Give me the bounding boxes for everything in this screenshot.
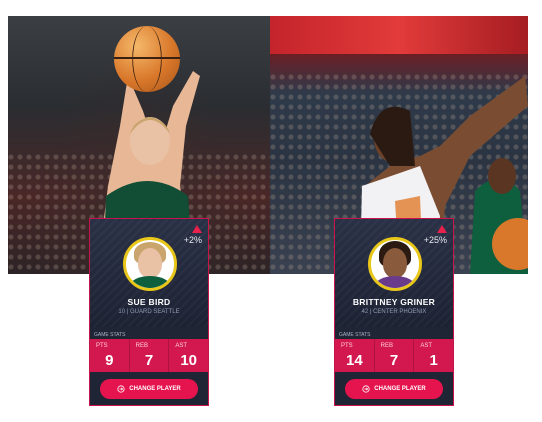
player-subtitle: 42 | CENTER PHOENIX <box>361 309 427 315</box>
swap-circle-icon <box>362 385 370 393</box>
player-card: +2% SUE BIRD 10 | GUARD SEATTLE GAME STA… <box>89 218 209 406</box>
stat-value: 9 <box>105 352 114 369</box>
swap-circle-icon <box>117 385 125 393</box>
trend-up-icon <box>192 225 202 233</box>
stat-label: REB <box>380 343 394 349</box>
stat-label: PTS <box>341 343 353 349</box>
stat-pts: PTS 14 <box>335 339 375 372</box>
stat-ast: AST 1 <box>414 339 453 372</box>
trend-value: +25% <box>423 235 447 245</box>
stats-row: PTS 14 REB 7 AST 1 <box>335 339 453 372</box>
player-name: SUE BIRD <box>127 297 171 307</box>
trend-value: +2% <box>183 235 202 245</box>
avatar <box>368 237 422 291</box>
player-card: +25% BRITTNEY GRINER 42 | CENTER PHOENIX… <box>334 218 454 406</box>
change-player-button[interactable]: CHANGE PLAYER <box>100 379 198 399</box>
stat-value: 1 <box>429 352 438 369</box>
stats-row: PTS 9 REB 7 AST 10 <box>90 339 208 372</box>
player-subtitle: 10 | GUARD SEATTLE <box>118 309 180 315</box>
trend-up-icon <box>437 225 447 233</box>
player-name: BRITTNEY GRINER <box>352 297 436 307</box>
change-player-label: CHANGE PLAYER <box>129 386 181 392</box>
change-player-label: CHANGE PLAYER <box>374 386 426 392</box>
stat-value: 14 <box>345 352 363 369</box>
stat-value: 10 <box>180 352 198 369</box>
trend-indicator: +2% <box>184 225 202 245</box>
stat-label: REB <box>135 343 149 349</box>
stat-label: AST <box>175 343 188 349</box>
stat-value: 7 <box>144 352 154 369</box>
stat-ast: AST 10 <box>169 339 208 372</box>
stats-label: GAME STATS <box>339 332 371 338</box>
avatar <box>123 237 177 291</box>
stat-reb: REB 7 <box>130 339 170 372</box>
basketball <box>114 26 180 92</box>
stat-label: AST <box>420 343 433 349</box>
change-player-button[interactable]: CHANGE PLAYER <box>345 379 443 399</box>
trend-indicator: +25% <box>424 225 447 245</box>
stat-label: PTS <box>96 343 108 349</box>
stat-pts: PTS 9 <box>90 339 130 372</box>
stat-reb: REB 7 <box>375 339 415 372</box>
stats-label: GAME STATS <box>94 332 126 338</box>
stat-value: 7 <box>389 352 399 369</box>
